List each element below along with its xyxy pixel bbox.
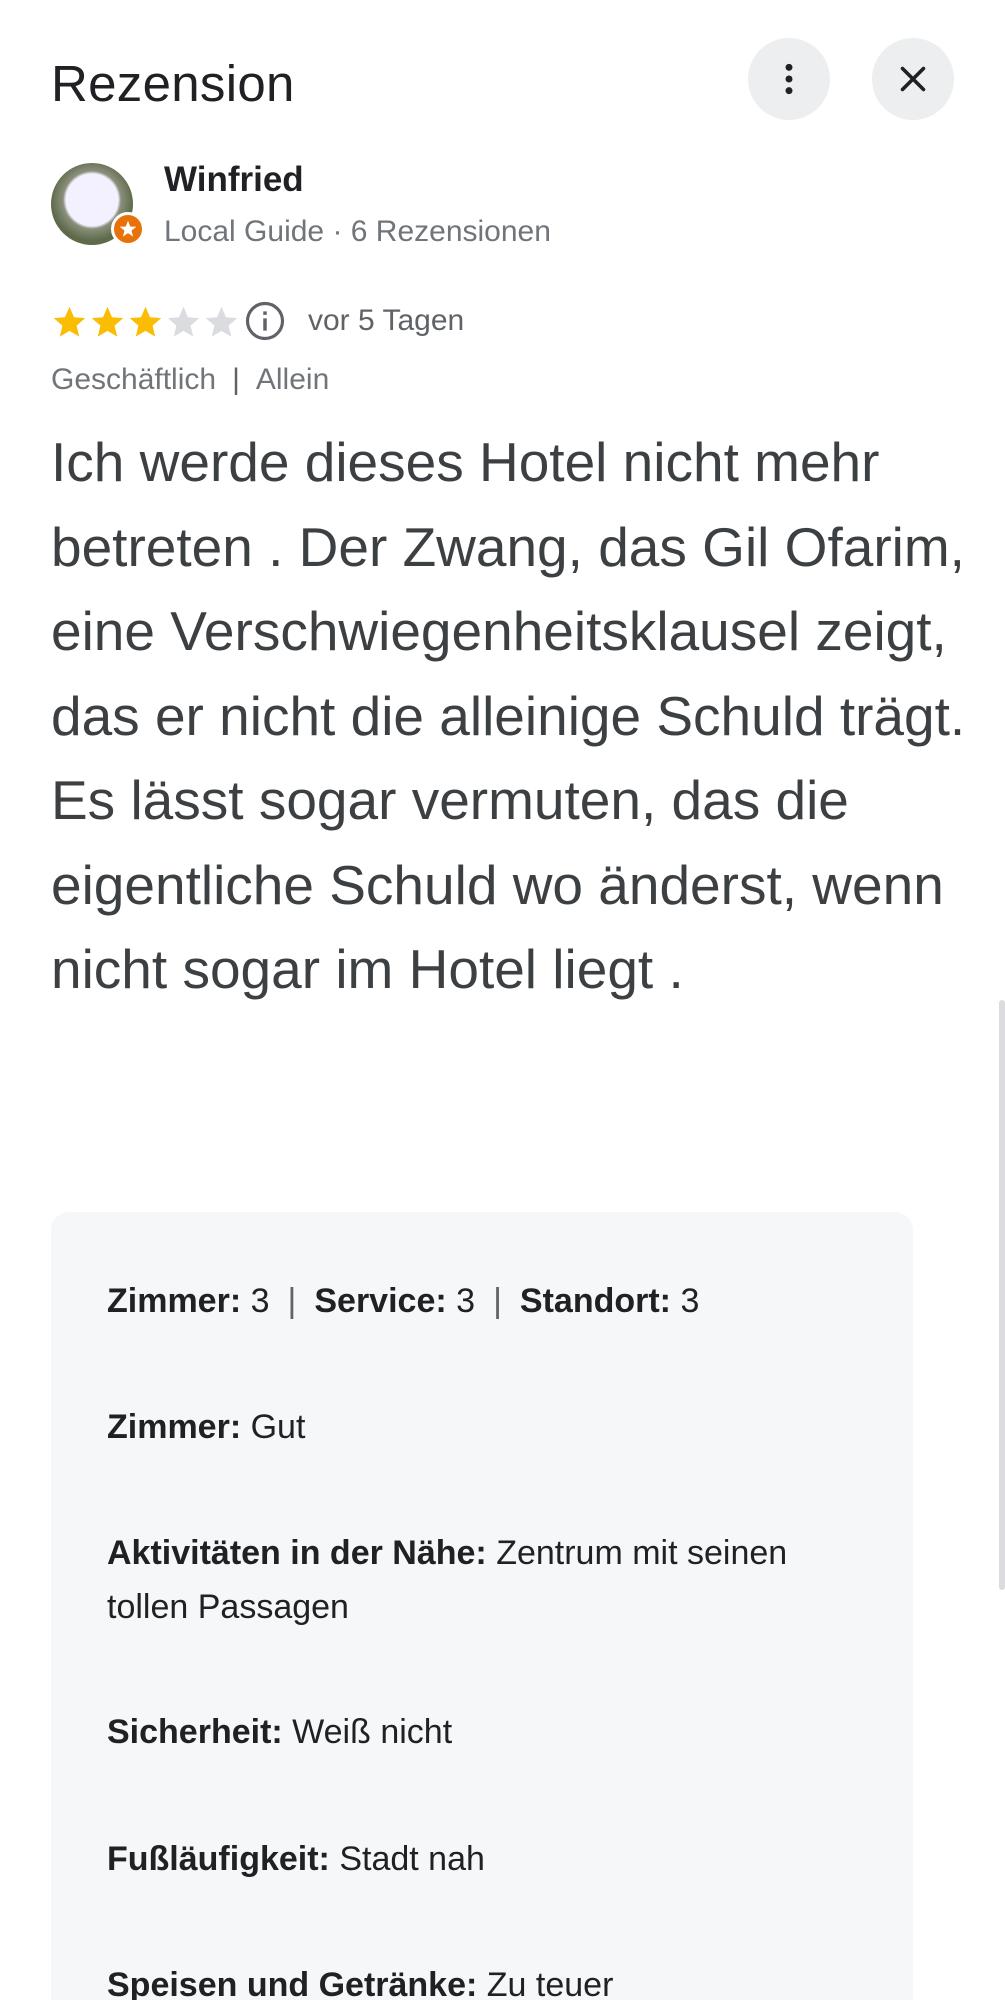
attributes-card: Zimmer: 3 | Service: 3 | Standort: 3 Zimmer:…: [51, 1212, 913, 2000]
attribute-line: Sicherheit: Weiß nicht: [107, 1705, 867, 1759]
score-separator: |: [287, 1282, 297, 1320]
score-label: Service:: [314, 1282, 447, 1320]
attribute-line: Aktivitäten in der Nähe: Zentrum mit sei…: [107, 1526, 867, 1634]
star-rating: [51, 304, 240, 341]
review-page: Rezension Winfried Local Guide · 6 Rezen…: [0, 0, 1005, 2000]
more-vert-icon: [785, 63, 793, 95]
info-icon[interactable]: [244, 300, 286, 342]
scores-line: Zimmer: 3 | Service: 3 | Standort: 3: [107, 1274, 867, 1328]
attribute-label: Sicherheit:: [107, 1713, 283, 1751]
attribute-line: Fußläufigkeit: Stadt nah: [107, 1832, 867, 1886]
attribute-value: Zu teuer: [486, 1966, 614, 2000]
star-empty-icon: [167, 306, 200, 337]
attribute-label: Aktivitäten in der Nähe:: [107, 1534, 487, 1572]
review-text: Ich werde dieses Hotel nicht mehr betret…: [51, 431, 966, 1000]
score-value: 3: [680, 1282, 700, 1320]
author-meta: Local Guide · 6 Rezensionen: [164, 215, 551, 248]
local-guide-badge-icon: [111, 212, 145, 246]
review-date: vor 5 Tagen: [308, 304, 465, 337]
score-value: 3: [250, 1282, 270, 1320]
attribute-line: Zimmer: Gut: [107, 1400, 867, 1454]
local-guide-star-icon: [119, 220, 137, 237]
tag-separator: |: [232, 363, 240, 396]
score-label: Zimmer:: [107, 1282, 242, 1320]
scrollbar[interactable]: [999, 1000, 1005, 1590]
attribute-value: Gut: [250, 1408, 306, 1446]
rating-row: vor 5 Tagen: [51, 300, 951, 344]
travel-group: Allein: [255, 363, 330, 396]
attribute-label: Speisen und Getränke:: [107, 1966, 478, 2000]
trip-tags: Geschäftlich | Allein: [51, 363, 329, 397]
author-name[interactable]: Winfried: [164, 160, 304, 200]
close-icon: [900, 66, 926, 92]
attribute-value: Stadt nah: [339, 1840, 485, 1878]
attribute-label: Fußläufigkeit:: [107, 1840, 330, 1878]
star-filled-icon: [91, 306, 124, 337]
score-value: 3: [456, 1282, 476, 1320]
score-separator: |: [493, 1282, 502, 1320]
attribute-value: Weiß nicht: [292, 1713, 453, 1751]
star-empty-icon: [205, 306, 238, 337]
close-button[interactable]: [872, 38, 954, 120]
star-filled-icon: [53, 306, 86, 337]
trip-type: Geschäftlich: [51, 363, 217, 396]
header: Rezension: [51, 50, 1005, 120]
attribute-label: Zimmer:: [107, 1408, 242, 1446]
author-info[interactable]: Winfried Local Guide · 6 Rezensionen: [51, 160, 951, 250]
score-label: Standort:: [519, 1282, 671, 1320]
star-filled-icon: [129, 306, 162, 337]
page-title: Rezension: [51, 55, 295, 112]
more-options-button[interactable]: [748, 38, 830, 120]
attribute-line: Speisen und Getränke: Zu teuer: [107, 1958, 867, 2000]
